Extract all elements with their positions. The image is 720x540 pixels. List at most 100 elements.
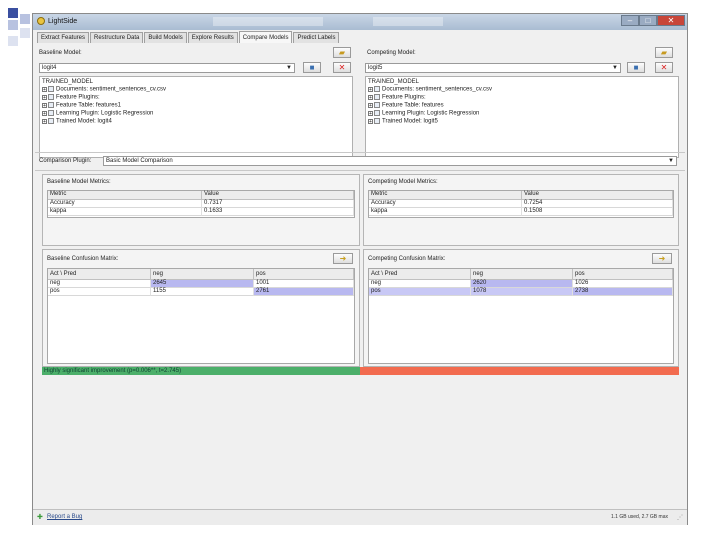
table-cell: 1001	[254, 280, 354, 288]
memory-usage: 1.1 GB used, 2.7 GB max	[611, 514, 668, 520]
plugin-icon	[374, 110, 380, 116]
expand-icon[interactable]: +	[42, 102, 47, 108]
table-cell-highlighted: 2738	[573, 288, 673, 296]
column-header[interactable]: Act \ Pred	[369, 269, 471, 280]
tree-item[interactable]: + Learning Plugin: Logistic Regression	[42, 110, 153, 117]
tab-build-models[interactable]: Build Models	[144, 32, 187, 43]
tree-item[interactable]: + Feature Table: features	[368, 102, 444, 109]
baseline-model-tree: TRAINED_MODEL + Documents: sentiment_sent…	[39, 76, 353, 158]
expand-icon[interactable]: +	[368, 102, 373, 108]
app-logo-icon	[37, 17, 45, 25]
column-header[interactable]: neg	[151, 269, 254, 280]
arrow-right-icon: ➜	[339, 254, 347, 263]
baseline-delete-button[interactable]: ✕	[333, 62, 351, 73]
app-window: LightSide – □ ✕ Extract Features Restruc…	[32, 13, 688, 525]
expand-icon[interactable]: +	[42, 94, 47, 100]
table-cell: 1155	[151, 288, 254, 296]
baseline-open-button[interactable]: ▰	[333, 47, 351, 58]
expand-icon[interactable]: +	[368, 118, 373, 124]
chevron-down-icon: ▼	[612, 65, 618, 71]
column-header[interactable]: Act \ Pred	[48, 269, 151, 280]
slide-deco-square	[8, 8, 18, 18]
divider	[35, 170, 685, 171]
tab-compare-models[interactable]: Compare Models	[238, 31, 293, 43]
table-cell: kappa	[48, 208, 202, 216]
slide-deco-square	[20, 14, 30, 24]
column-header[interactable]: Value	[202, 191, 354, 200]
table-cell: neg	[48, 280, 151, 288]
baseline-model-label: Baseline Model:	[39, 50, 82, 56]
slide-deco-square	[8, 36, 18, 46]
tab-restructure-data[interactable]: Restructure Data	[90, 32, 144, 43]
table-cell: 0.7254	[522, 200, 673, 208]
baseline-confusion-table: Act \ Pred neg pos neg 2645 1001 pos 115…	[47, 268, 355, 364]
comparison-plugin-select[interactable]: Basic Model Comparison ▼	[103, 156, 677, 166]
column-header[interactable]: Metric	[48, 191, 202, 200]
column-header[interactable]: Metric	[369, 191, 522, 200]
resize-grip-icon[interactable]: ⋰	[677, 514, 683, 521]
document-icon	[48, 86, 54, 92]
competing-delete-button[interactable]: ✕	[655, 62, 673, 73]
table-cell: 0.1508	[522, 208, 673, 216]
tree-item[interactable]: + Documents: sentiment_sentences_cv.csv	[42, 86, 166, 93]
table-cell-highlighted: 2645	[151, 280, 254, 288]
tab-extract-features[interactable]: Extract Features	[37, 32, 90, 43]
arrow-right-icon: ➜	[658, 254, 666, 263]
competing-model-label: Competing Model:	[367, 50, 416, 56]
table-cell: 1078	[471, 288, 573, 296]
column-header[interactable]: Value	[522, 191, 673, 200]
comparison-plugin-value: Basic Model Comparison	[106, 158, 173, 164]
expand-icon[interactable]: +	[42, 118, 47, 124]
close-button[interactable]: ✕	[657, 15, 685, 26]
competing-model-value: logit5	[368, 65, 383, 71]
competing-confusion-panel: Competing Confusion Matrix: ➜ Act \ Pred…	[363, 249, 679, 367]
baseline-save-button[interactable]: ■	[303, 62, 321, 73]
baseline-model-value: logit4	[42, 65, 57, 71]
title-bar-background	[373, 17, 443, 26]
minimize-button[interactable]: –	[621, 15, 639, 26]
tree-item[interactable]: + Documents: sentiment_sentences_cv.csv	[368, 86, 492, 93]
table-cell: pos	[369, 288, 471, 296]
tree-item[interactable]: + Feature Plugins:	[368, 94, 426, 101]
expand-icon[interactable]: +	[368, 94, 373, 100]
competing-export-button[interactable]: ➜	[652, 253, 672, 264]
tab-explore-results[interactable]: Explore Results	[187, 32, 238, 43]
tree-item[interactable]: + Feature Plugins:	[42, 94, 100, 101]
model-icon	[374, 118, 380, 124]
tree-item[interactable]: + Trained Model: logit5	[368, 118, 438, 125]
tab-predict-labels[interactable]: Predict Labels	[293, 32, 340, 43]
tree-root: TRAINED_MODEL	[42, 79, 94, 85]
baseline-model-select[interactable]: logit4 ▼	[39, 63, 295, 73]
save-icon: ■	[633, 63, 639, 72]
table-cell: Accuracy	[48, 200, 202, 208]
save-icon: ■	[309, 63, 315, 72]
expand-icon[interactable]: +	[368, 86, 373, 92]
competing-save-button[interactable]: ■	[627, 62, 645, 73]
significance-bar-improved: Highly significant improvement (p=0.006*…	[42, 367, 360, 375]
baseline-export-button[interactable]: ➜	[333, 253, 353, 264]
tree-item[interactable]: + Trained Model: logit4	[42, 118, 112, 125]
tree-root: TRAINED_MODEL	[368, 79, 420, 85]
table-icon	[374, 102, 380, 108]
competing-model-select[interactable]: logit5 ▼	[365, 63, 621, 73]
model-icon	[48, 118, 54, 124]
document-icon	[374, 86, 380, 92]
plugin-icon	[48, 94, 54, 100]
expand-icon[interactable]: +	[42, 86, 47, 92]
tree-item[interactable]: + Feature Table: features1	[42, 102, 121, 109]
maximize-button[interactable]: □	[639, 15, 657, 26]
significance-bar-worse	[360, 367, 679, 375]
column-header[interactable]: pos	[573, 269, 673, 280]
competing-open-button[interactable]: ▰	[655, 47, 673, 58]
tree-item[interactable]: + Learning Plugin: Logistic Regression	[368, 110, 479, 117]
table-cell: neg	[369, 280, 471, 288]
expand-icon[interactable]: +	[42, 110, 47, 116]
table-cell-highlighted: 2620	[471, 280, 573, 288]
expand-icon[interactable]: +	[368, 110, 373, 116]
report-bug-link[interactable]: Report a Bug	[47, 514, 82, 520]
column-header[interactable]: neg	[471, 269, 573, 280]
slide-deco-square	[20, 28, 30, 38]
competing-confusion-title: Competing Confusion Matrix:	[368, 256, 446, 262]
column-header[interactable]: pos	[254, 269, 354, 280]
competing-confusion-table: Act \ Pred neg pos neg 2620 1026 pos 107…	[368, 268, 674, 364]
